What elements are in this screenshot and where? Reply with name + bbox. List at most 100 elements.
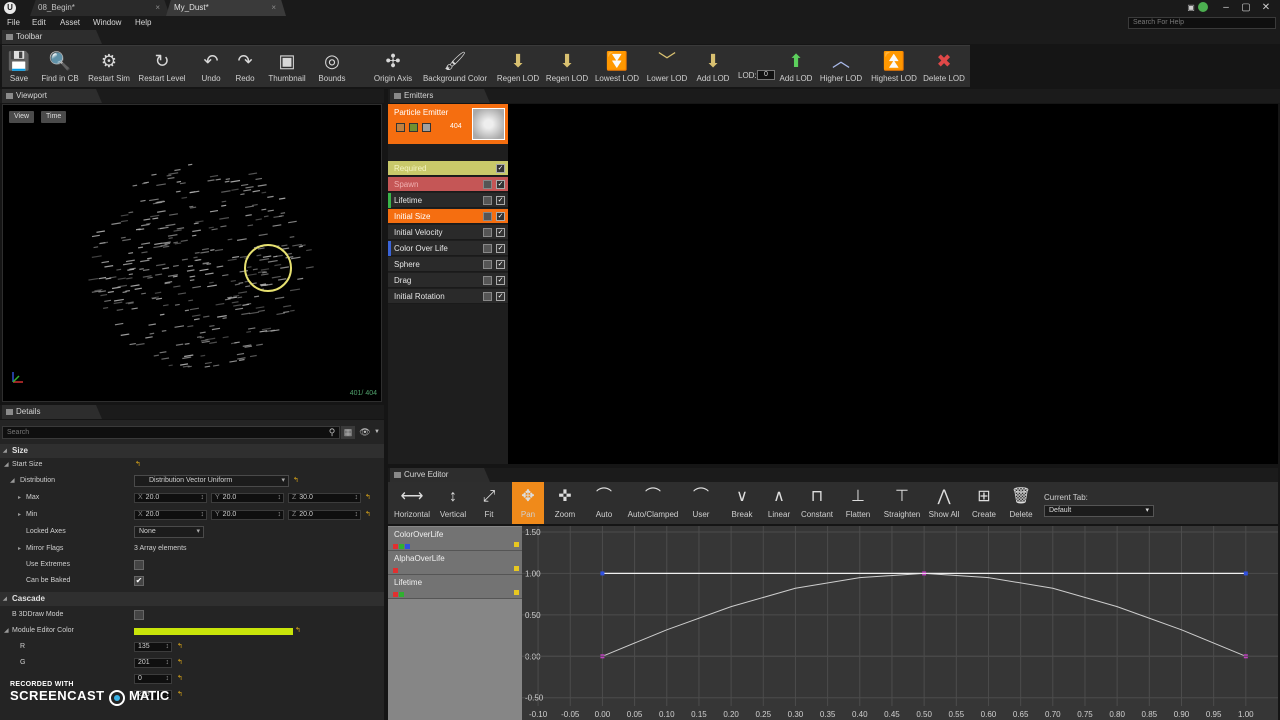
curve-button-zoom[interactable]: ✜ Zoom — [546, 482, 584, 524]
module-curve-toggle-icon[interactable] — [483, 292, 492, 301]
expand-arrow-icon[interactable]: ◢ — [4, 623, 9, 639]
expand-arrow-icon[interactable]: ▸ — [18, 490, 21, 506]
module-enable-checkbox[interactable]: ✓ — [496, 276, 505, 285]
close-icon[interactable]: × — [271, 0, 276, 16]
toolbar-button-regen-lod[interactable]: ⬇ Regen LOD — [496, 46, 540, 88]
max-y-field[interactable]: Y 20.0 ↕ — [211, 493, 284, 503]
toolbar-button-save[interactable]: 💾 Save — [4, 46, 34, 88]
toolbar-button-lowest-lod[interactable]: ⏬ Lowest LOD — [592, 46, 642, 88]
property-matrix-icon[interactable]: ▦ — [341, 426, 355, 439]
module-required[interactable]: Required ✓ — [388, 161, 508, 176]
reset-to-default-icon[interactable]: ↰ — [177, 655, 183, 671]
close-icon[interactable]: × — [155, 0, 160, 16]
curve-button-delete[interactable]: 🗑 Delete — [1004, 482, 1038, 524]
toolbar-button-origin-axis[interactable]: ✣ Origin Axis — [370, 46, 416, 88]
curve-graph[interactable]: -0.10 -0.05 0.00 0.05 0.10 0.15 0.20 0.25 0.30 0.… — [522, 526, 1278, 720]
maximize-icon[interactable]: ▢ — [1238, 1, 1254, 15]
curve-button-horizontal[interactable]: ⟷ Horizontal — [392, 482, 432, 524]
max-x-field[interactable]: X 20.0 ↕ — [134, 493, 207, 503]
module-curve-toggle-icon[interactable] — [483, 228, 492, 237]
curve-button-flatten[interactable]: ⊥ Flatten — [840, 482, 876, 524]
module-enable-checkbox[interactable]: ✓ — [496, 164, 505, 173]
emitter-solo-icon[interactable] — [409, 123, 418, 132]
window-close-icon[interactable]: ✕ — [1258, 1, 1274, 15]
toolbar-button-regen-lod[interactable]: ⬇ Regen LOD — [545, 46, 589, 88]
curve-button-straighten[interactable]: ⊤ Straighten — [878, 482, 926, 524]
curve-button-pan[interactable]: ✥ Pan — [512, 482, 544, 524]
toolbar-button-delete-lod[interactable]: ✖ Delete LOD — [922, 46, 966, 88]
toolbar-button-restart-level[interactable]: ↻ Restart Level — [136, 46, 188, 88]
chevron-down-icon[interactable]: ▼ — [370, 426, 384, 439]
curve-channel-toggle[interactable] — [393, 568, 398, 573]
curve-button-show-all[interactable]: ⋀ Show All — [924, 482, 964, 524]
module-spawn[interactable]: Spawn ✓ — [388, 177, 508, 192]
curve-button-create[interactable]: ⊞ Create — [968, 482, 1000, 524]
tab-viewport[interactable]: Viewport — [2, 89, 102, 103]
menu-file[interactable]: File — [7, 16, 20, 30]
reset-to-default-icon[interactable]: ↰ — [295, 623, 301, 639]
tab-toolbar[interactable]: Toolbar — [2, 30, 102, 44]
r-field[interactable]: 135 ↕ — [134, 642, 172, 652]
emitter-render-mode-icon[interactable] — [422, 123, 431, 132]
module-drag[interactable]: Drag ✓ — [388, 273, 508, 288]
module-curve-toggle-icon[interactable] — [483, 276, 492, 285]
curve-button-auto-clamped[interactable]: ⌒ Auto/Clamped — [622, 482, 684, 524]
module-sphere[interactable]: Sphere ✓ — [388, 257, 508, 272]
reset-to-default-icon[interactable]: ↰ — [177, 671, 183, 687]
reset-to-default-icon[interactable]: ↰ — [365, 490, 371, 506]
curve-visibility-flag[interactable] — [514, 542, 519, 547]
emitter-enable-icon[interactable] — [396, 123, 405, 132]
reset-to-default-icon[interactable]: ↰ — [293, 473, 299, 489]
module-initial-rotation[interactable]: Initial Rotation ✓ — [388, 289, 508, 304]
time-button[interactable]: Time — [41, 111, 67, 123]
curve-button-user[interactable]: ⌒ User — [682, 482, 720, 524]
expand-arrow-icon[interactable]: ◢ — [10, 473, 15, 489]
min-y-field[interactable]: Y 20.0 ↕ — [211, 510, 284, 520]
use-extremes-checkbox[interactable] — [134, 560, 144, 570]
module-enable-checkbox[interactable]: ✓ — [496, 228, 505, 237]
curve-button-constant[interactable]: ⊓ Constant — [796, 482, 838, 524]
tab-emitters[interactable]: Emitters — [390, 89, 490, 103]
document-tab-level[interactable]: 08_Begin* × — [30, 0, 170, 16]
toolbar-button-background-color[interactable]: 🖌 Background Color — [420, 46, 490, 88]
curve-button-vertical[interactable]: ↕ Vertical — [434, 482, 472, 524]
emitters-panel[interactable]: Particle Emitter 404 Required ✓ Spawn ✓ Life… — [388, 104, 1278, 464]
module-curve-toggle-icon[interactable] — [483, 260, 492, 269]
distribution-dropdown[interactable]: Distribution Vector Uniform — [134, 475, 289, 487]
category-size[interactable]: Size — [0, 444, 384, 458]
expand-arrow-icon[interactable]: ◢ — [4, 457, 9, 473]
menu-asset[interactable]: Asset — [60, 16, 80, 30]
expand-arrow-icon[interactable]: ▸ — [18, 507, 21, 523]
min-z-field[interactable]: Z 20.0 ↕ — [288, 510, 361, 520]
3d-draw-mode-checkbox[interactable] — [134, 610, 144, 620]
current-tab-dropdown[interactable]: Default — [1044, 505, 1154, 517]
curve-button-auto[interactable]: ⌒ Auto — [586, 482, 622, 524]
expand-arrow-icon[interactable]: ▸ — [18, 541, 21, 557]
module-color-swatch[interactable] — [134, 628, 293, 635]
module-lifetime[interactable]: Lifetime ✓ — [388, 193, 508, 208]
menu-window[interactable]: Window — [93, 16, 121, 30]
emitter-column[interactable]: Particle Emitter 404 Required ✓ Spawn ✓ Life… — [388, 104, 508, 464]
menu-edit[interactable]: Edit — [32, 16, 46, 30]
module-enable-checkbox[interactable]: ✓ — [496, 292, 505, 301]
module-enable-checkbox[interactable]: ✓ — [496, 180, 505, 189]
toolbar-button-redo[interactable]: ↷ Redo — [232, 46, 258, 88]
details-search-input[interactable]: Search — [2, 426, 340, 439]
module-curve-toggle-icon[interactable] — [483, 196, 492, 205]
minimize-icon[interactable]: – — [1218, 1, 1234, 15]
tab-details[interactable]: Details — [2, 405, 102, 419]
curve-visibility-flag[interactable] — [514, 566, 519, 571]
toolbar-button-thumbnail[interactable]: ▣ Thumbnail — [266, 46, 308, 88]
curve-channel-toggle[interactable] — [399, 592, 404, 597]
search-help-input[interactable]: Search For Help — [1128, 17, 1276, 29]
curve-channel-toggle[interactable] — [393, 592, 398, 597]
toolbar-button-highest-lod[interactable]: ⏫ Highest LOD — [869, 46, 919, 88]
toolbar-button-lower-lod[interactable]: ﹀ Lower LOD — [645, 46, 689, 88]
reset-to-default-icon[interactable]: ↰ — [177, 639, 183, 655]
curve-item-alphaoverlife[interactable]: AlphaOverLife — [388, 551, 522, 575]
toolbar-button-higher-lod[interactable]: ︿ Higher LOD — [818, 46, 864, 88]
menu-help[interactable]: Help — [135, 16, 151, 30]
document-tab-particle-system[interactable]: My_Dust* × — [166, 0, 286, 16]
toolbar-button-add-lod[interactable]: ⬇ Add LOD — [695, 46, 731, 88]
curve-button-linear[interactable]: ∧ Linear — [762, 482, 796, 524]
